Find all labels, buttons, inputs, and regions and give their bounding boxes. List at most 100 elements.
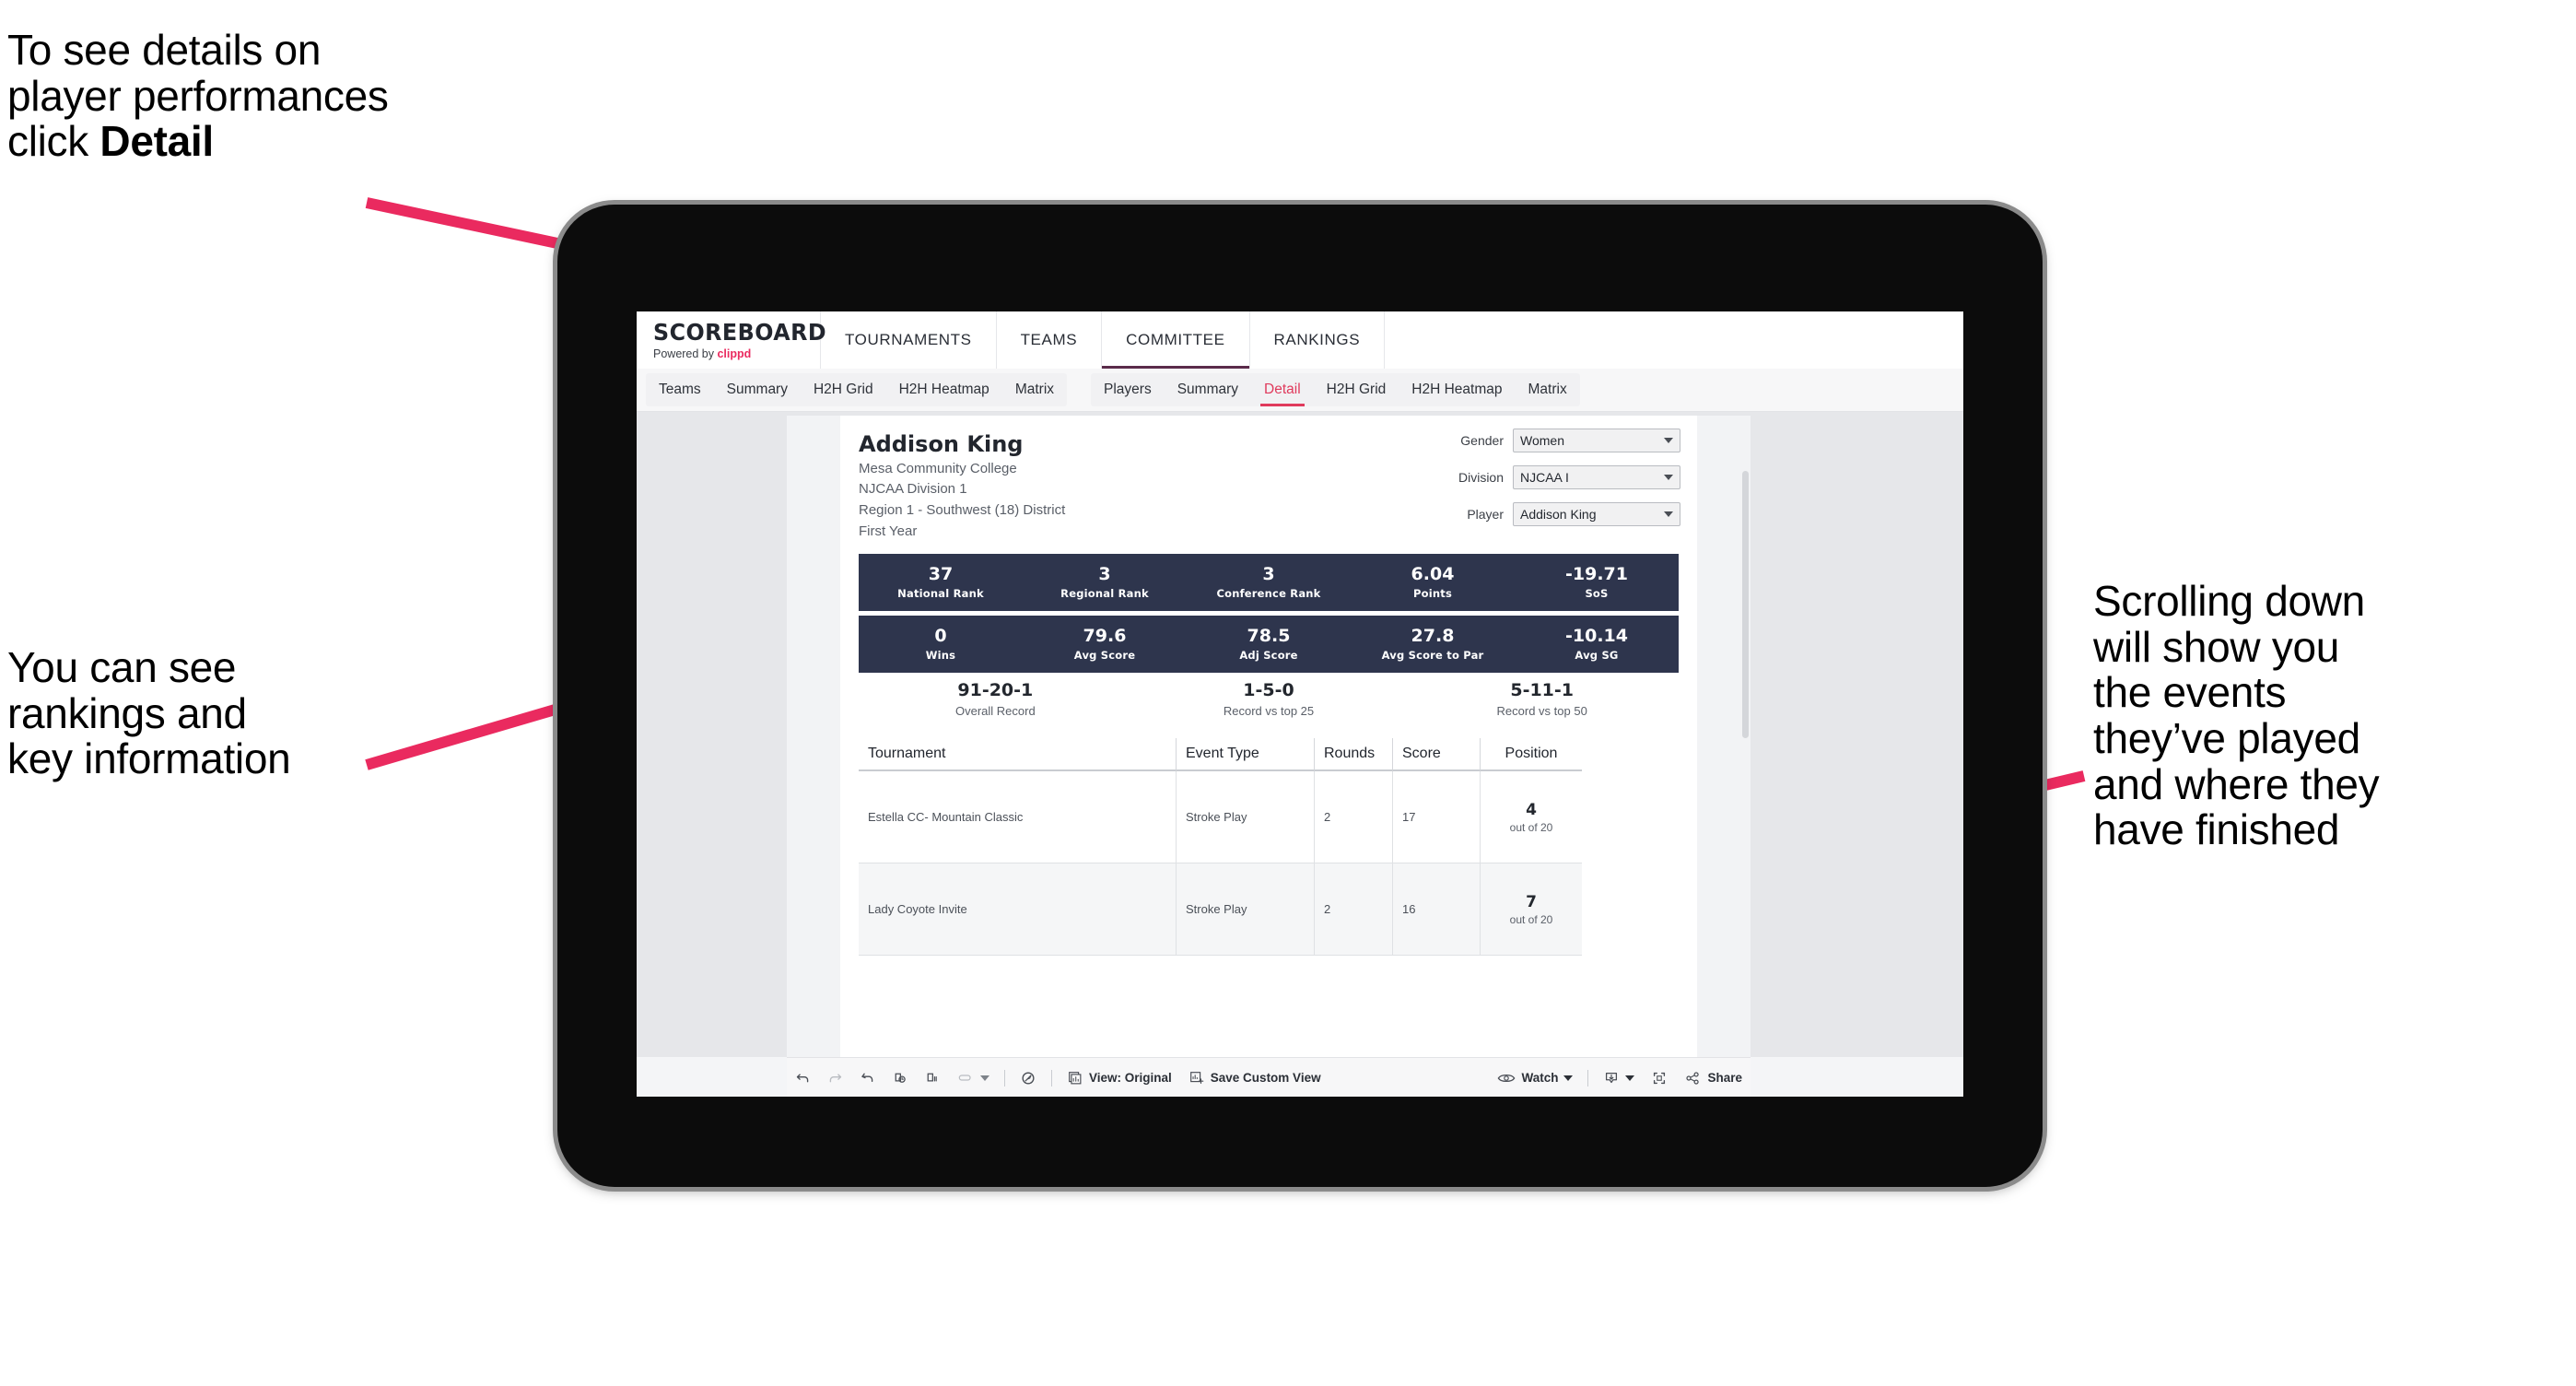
save-custom-view-label: Save Custom View [1210,1071,1321,1085]
tab-players-matrix[interactable]: Matrix [1516,373,1580,406]
stat-value: 78.5 [1247,625,1291,646]
tab-players-summary[interactable]: Summary [1165,373,1251,406]
player-region: Region 1 - Southwest (18) District [859,501,1066,518]
fullscreen-button[interactable] [1643,1058,1676,1097]
share-button[interactable]: Share [1676,1058,1751,1097]
column-header-event-type[interactable]: Event Type [1177,738,1315,771]
view-original-button[interactable]: View: Original [1059,1058,1180,1097]
column-header-rounds[interactable]: Rounds [1315,738,1393,771]
download-button[interactable] [1595,1058,1643,1097]
pan-mode-button[interactable] [948,1058,998,1097]
highlight-button[interactable] [1012,1058,1045,1097]
undo-icon [796,1074,809,1083]
stat-avg-score-to-par: 27.8 Avg Score to Par [1351,626,1515,663]
share-label: Share [1707,1071,1742,1085]
cell-position: 4 out of 20 [1481,771,1582,863]
redo-icon [829,1074,842,1083]
table-header: Tournament Event Type Rounds Score Posit… [859,738,1679,771]
chevron-down-icon [1664,438,1673,443]
position-number: 7 [1526,892,1537,911]
filter-select-division[interactable]: NJCAA I [1513,465,1680,489]
stat-avg-sg: -10.14 Avg SG [1515,625,1679,663]
stat-label: Wins [925,649,956,663]
stat-national-rank: 37 National Rank [859,563,1023,601]
records-row: 91-20-1 Overall Record 1-5-0 Record vs t… [859,681,1679,718]
stat-value: 3 [1098,563,1111,584]
player-school: Mesa Community College [859,460,1017,476]
pause-data-button[interactable] [916,1058,948,1097]
stat-label: Avg Score to Par [1381,649,1484,663]
tab-teams[interactable]: Teams [646,373,714,406]
stat-regional-rank: 3 Regional Rank [1023,563,1187,600]
table-header-row: Tournament Event Type Rounds Score Posit… [859,738,1679,771]
table-row[interactable]: Lady Coyote Invite Stroke Play 2 16 7 ou… [859,863,1679,956]
tab-teams-matrix[interactable]: Matrix [1002,373,1067,406]
powered-clippd: clippd [717,346,752,360]
column-header-tournament[interactable]: Tournament [859,738,1177,771]
highlight-icon [1022,1071,1035,1085]
table-body: Estella CC- Mountain Classic Stroke Play… [859,771,1679,956]
filter-label-gender: Gender [1460,433,1504,448]
tab-teams-h2h-grid[interactable]: H2H Grid [801,373,886,406]
tab-players-h2h-grid[interactable]: H2H Grid [1314,373,1399,406]
annotation-left: You can see rankings and key information [7,643,291,783]
player-detail-card: Addison King Mesa Community College NJCA… [840,416,1697,1057]
stat-value: -10.14 [1565,625,1628,646]
filter-select-gender[interactable]: Women [1513,429,1680,452]
top-nav-committee[interactable]: COMMITTEE [1102,311,1250,369]
chevron-down-icon [980,1075,989,1081]
stat-value: 37 [928,563,954,584]
redo-button[interactable] [819,1058,851,1097]
player-name: Addison King [859,431,1024,457]
chevron-down-icon [1625,1075,1635,1081]
save-custom-view-icon [1189,1071,1204,1084]
tab-players-detail[interactable]: Detail [1251,373,1314,406]
undo-button[interactable] [787,1058,819,1097]
position-out-of: out of 20 [1509,912,1553,926]
stat-label: Avg SG [1575,649,1619,663]
powered-prefix: Powered by [653,346,718,360]
column-header-score[interactable]: Score [1393,738,1481,771]
stat-label: Adj Score [1239,649,1298,663]
filter-select-player[interactable]: Addison King [1513,502,1680,526]
filter-value-division: NJCAA I [1520,470,1569,485]
refresh-data-button[interactable] [884,1058,916,1097]
top-bar-spacer [1385,311,1963,369]
chevron-down-icon [1563,1075,1574,1081]
stat-label: Conference Rank [1216,587,1321,601]
tab-players-h2h-heatmap[interactable]: H2H Heatmap [1399,373,1515,406]
filter-row-gender: Gender Women [1413,429,1680,452]
brand-powered-by: Powered by clippd [653,347,820,360]
app-top-bar: SCOREBOARD Powered by clippd TOURNAMENTS… [637,311,1963,370]
watch-label: Watch [1521,1071,1559,1085]
table-row[interactable]: Estella CC- Mountain Classic Stroke Play… [859,771,1679,863]
cell-rounds: 2 [1315,771,1393,863]
revert-icon [861,1073,873,1083]
record-value: 5-11-1 [1510,680,1574,700]
top-nav-teams[interactable]: TEAMS [997,311,1103,369]
chevron-down-icon [1664,511,1673,517]
tab-teams-h2h-heatmap[interactable]: H2H Heatmap [886,373,1002,406]
stat-bar-scoring: 0 Wins 79.6 Avg Score 78.5 Adj Score 27.… [859,616,1679,673]
cell-position: 7 out of 20 [1481,863,1582,956]
vertical-scrollbar[interactable] [1742,471,1749,738]
column-header-position[interactable]: Position [1481,738,1582,771]
stat-value: 3 [1262,563,1275,584]
stat-label: National Rank [897,587,984,601]
brand-logo[interactable]: SCOREBOARD Powered by clippd [637,311,827,369]
tab-players[interactable]: Players [1091,373,1165,406]
cell-score: 16 [1393,863,1481,956]
filter-panel: Gender Women Division NJCAA I Player Add… [1413,429,1680,539]
brand-name: SCOREBOARD [653,318,827,346]
cell-event-type: Stroke Play [1177,863,1315,956]
toolbar-divider [1051,1069,1052,1086]
dashboard-canvas: Addison King Mesa Community College NJCA… [637,412,1963,1057]
top-nav-tournaments[interactable]: TOURNAMENTS [821,311,997,369]
watch-button[interactable]: Watch [1489,1058,1581,1097]
tab-teams-summary[interactable]: Summary [714,373,801,406]
stat-avg-score: 79.6 Avg Score [1023,626,1187,662]
top-nav-rankings[interactable]: RANKINGS [1250,311,1386,369]
stat-wins: 0 Wins [859,626,1023,663]
save-custom-view-button[interactable]: Save Custom View [1180,1058,1329,1097]
revert-button[interactable] [851,1058,884,1097]
